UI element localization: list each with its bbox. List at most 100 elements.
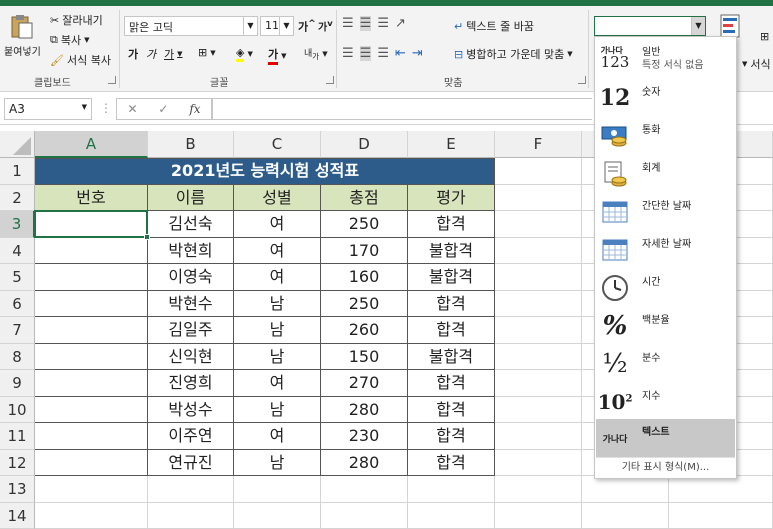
decrease-font-button[interactable]: 가v xyxy=(318,18,333,33)
data-cell[interactable]: 합격 xyxy=(408,423,495,450)
row-header-12[interactable]: 12 xyxy=(0,449,35,476)
data-cell[interactable]: 불합격 xyxy=(408,343,495,370)
data-cell[interactable] xyxy=(35,343,148,370)
row-header-5[interactable]: 5 xyxy=(0,264,35,291)
cell-e13[interactable] xyxy=(408,476,495,503)
number-format-item[interactable]: 회계 xyxy=(596,155,735,193)
data-cell[interactable]: 260 xyxy=(321,317,408,344)
enter-icon[interactable]: ✓ xyxy=(158,102,168,116)
data-cell[interactable]: 합격 xyxy=(408,317,495,344)
number-format-item[interactable]: % 백분율 xyxy=(596,307,735,345)
cell-c13[interactable] xyxy=(234,476,321,503)
data-cell[interactable]: 여 xyxy=(234,211,321,238)
italic-button[interactable]: 가 xyxy=(146,46,156,62)
number-format-item[interactable]: 12 숫자 xyxy=(596,79,735,117)
align-bottom-icon[interactable]: ☰ xyxy=(377,16,389,31)
column-header-a[interactable]: A xyxy=(35,131,148,158)
column-header-d[interactable]: D xyxy=(321,131,408,158)
data-cell[interactable]: 150 xyxy=(321,343,408,370)
name-box[interactable]: A3 ▼ xyxy=(4,98,92,120)
data-cell[interactable]: 남 xyxy=(234,317,321,344)
cell-h13[interactable] xyxy=(669,476,773,503)
data-cell[interactable]: 250 xyxy=(321,211,408,238)
data-cell[interactable]: 남 xyxy=(234,343,321,370)
table-title[interactable]: 2021년도 능력시험 성적표 xyxy=(35,158,495,185)
wrap-text-button[interactable]: ↵ 텍스트 줄 바꿈 xyxy=(454,18,534,34)
data-cell[interactable]: 280 xyxy=(321,396,408,423)
data-cell[interactable]: 박성수 xyxy=(148,396,234,423)
data-cell[interactable]: 남 xyxy=(234,396,321,423)
cell-a13[interactable] xyxy=(35,476,148,503)
data-cell[interactable] xyxy=(35,396,148,423)
number-format-item[interactable]: ½ 분수 xyxy=(596,345,735,383)
data-cell[interactable]: 170 xyxy=(321,237,408,264)
row-header-4[interactable]: 4 xyxy=(0,237,35,264)
number-format-item[interactable]: 간단한 날짜 xyxy=(596,193,735,231)
cell-f6[interactable] xyxy=(495,290,582,317)
cell-c14[interactable] xyxy=(234,502,321,529)
header-cell[interactable]: 번호 xyxy=(35,184,148,211)
align-left-icon[interactable]: ☰ xyxy=(342,46,354,61)
cell-f9[interactable] xyxy=(495,370,582,397)
decrease-indent-icon[interactable]: ⇤ xyxy=(395,46,406,61)
row-header-2[interactable]: 2 xyxy=(0,184,35,211)
header-cell[interactable]: 평가 xyxy=(408,184,495,211)
increase-indent-icon[interactable]: ⇥ xyxy=(412,46,423,61)
cell-f5[interactable] xyxy=(495,264,582,291)
header-cell[interactable]: 성별 xyxy=(234,184,321,211)
row-header-6[interactable]: 6 xyxy=(0,290,35,317)
cell-f1[interactable] xyxy=(495,158,582,185)
cell-f4[interactable] xyxy=(495,237,582,264)
font-name-combo[interactable]: 맑은 고딕 ▼ xyxy=(124,16,258,36)
cell-h14[interactable] xyxy=(669,502,773,529)
data-cell[interactable]: 이영숙 xyxy=(148,264,234,291)
data-cell[interactable]: 김선숙 xyxy=(148,211,234,238)
copy-button[interactable]: ⧉ 복사 ▼ xyxy=(50,32,90,48)
cell-f8[interactable] xyxy=(495,343,582,370)
data-cell[interactable] xyxy=(35,264,148,291)
data-cell[interactable]: 160 xyxy=(321,264,408,291)
cell-f11[interactable] xyxy=(495,423,582,450)
insert-function-icon[interactable]: fx xyxy=(189,102,200,116)
row-header-1[interactable]: 1 xyxy=(0,158,35,185)
number-format-item[interactable]: 102 지수 xyxy=(596,383,735,421)
data-cell[interactable]: 연규진 xyxy=(148,449,234,476)
data-cell[interactable]: 박현희 xyxy=(148,237,234,264)
number-format-item[interactable]: 가나다 123 일반 특정 서식 없음 xyxy=(596,39,735,77)
align-top-icon[interactable]: ☰ xyxy=(342,16,354,31)
data-cell[interactable]: 합격 xyxy=(408,211,495,238)
row-header-3[interactable]: 3 xyxy=(0,211,35,238)
data-cell[interactable]: 합격 xyxy=(408,290,495,317)
data-cell[interactable] xyxy=(35,449,148,476)
cell-f14[interactable] xyxy=(495,502,582,529)
number-format-item[interactable]: 가나다 텍스트 xyxy=(596,419,735,457)
chevron-down-icon[interactable]: ▼ xyxy=(279,17,293,35)
formula-input[interactable] xyxy=(212,98,592,120)
data-cell[interactable]: 박현수 xyxy=(148,290,234,317)
data-cell[interactable]: 합격 xyxy=(408,370,495,397)
table-format-button[interactable]: ⊞ xyxy=(760,30,769,43)
data-cell[interactable]: 280 xyxy=(321,449,408,476)
cell-f10[interactable] xyxy=(495,396,582,423)
data-cell[interactable]: 여 xyxy=(234,423,321,450)
data-cell[interactable] xyxy=(35,317,148,344)
row-header-14[interactable]: 14 xyxy=(0,502,35,529)
paste-button[interactable]: 붙여넣기 xyxy=(4,14,41,58)
row-header-11[interactable]: 11 xyxy=(0,423,35,450)
font-color-button[interactable]: 가 ▼ xyxy=(268,46,287,65)
font-launcher-icon[interactable] xyxy=(326,76,334,84)
fill-color-button[interactable]: ◈ ▼ xyxy=(236,46,253,62)
cell-a14[interactable] xyxy=(35,502,148,529)
column-header-f[interactable]: F xyxy=(495,131,582,158)
data-cell[interactable]: 여 xyxy=(234,237,321,264)
data-cell[interactable]: 불합격 xyxy=(408,237,495,264)
number-format-combo[interactable]: ▼ xyxy=(594,16,706,36)
clipboard-launcher-icon[interactable] xyxy=(108,76,116,84)
cell-g13[interactable] xyxy=(582,476,669,503)
data-cell[interactable] xyxy=(35,423,148,450)
cell-f2[interactable] xyxy=(495,184,582,211)
data-cell[interactable]: 230 xyxy=(321,423,408,450)
data-cell[interactable]: 이주연 xyxy=(148,423,234,450)
cell-b13[interactable] xyxy=(148,476,234,503)
orientation-icon[interactable]: ↗ xyxy=(395,16,406,31)
